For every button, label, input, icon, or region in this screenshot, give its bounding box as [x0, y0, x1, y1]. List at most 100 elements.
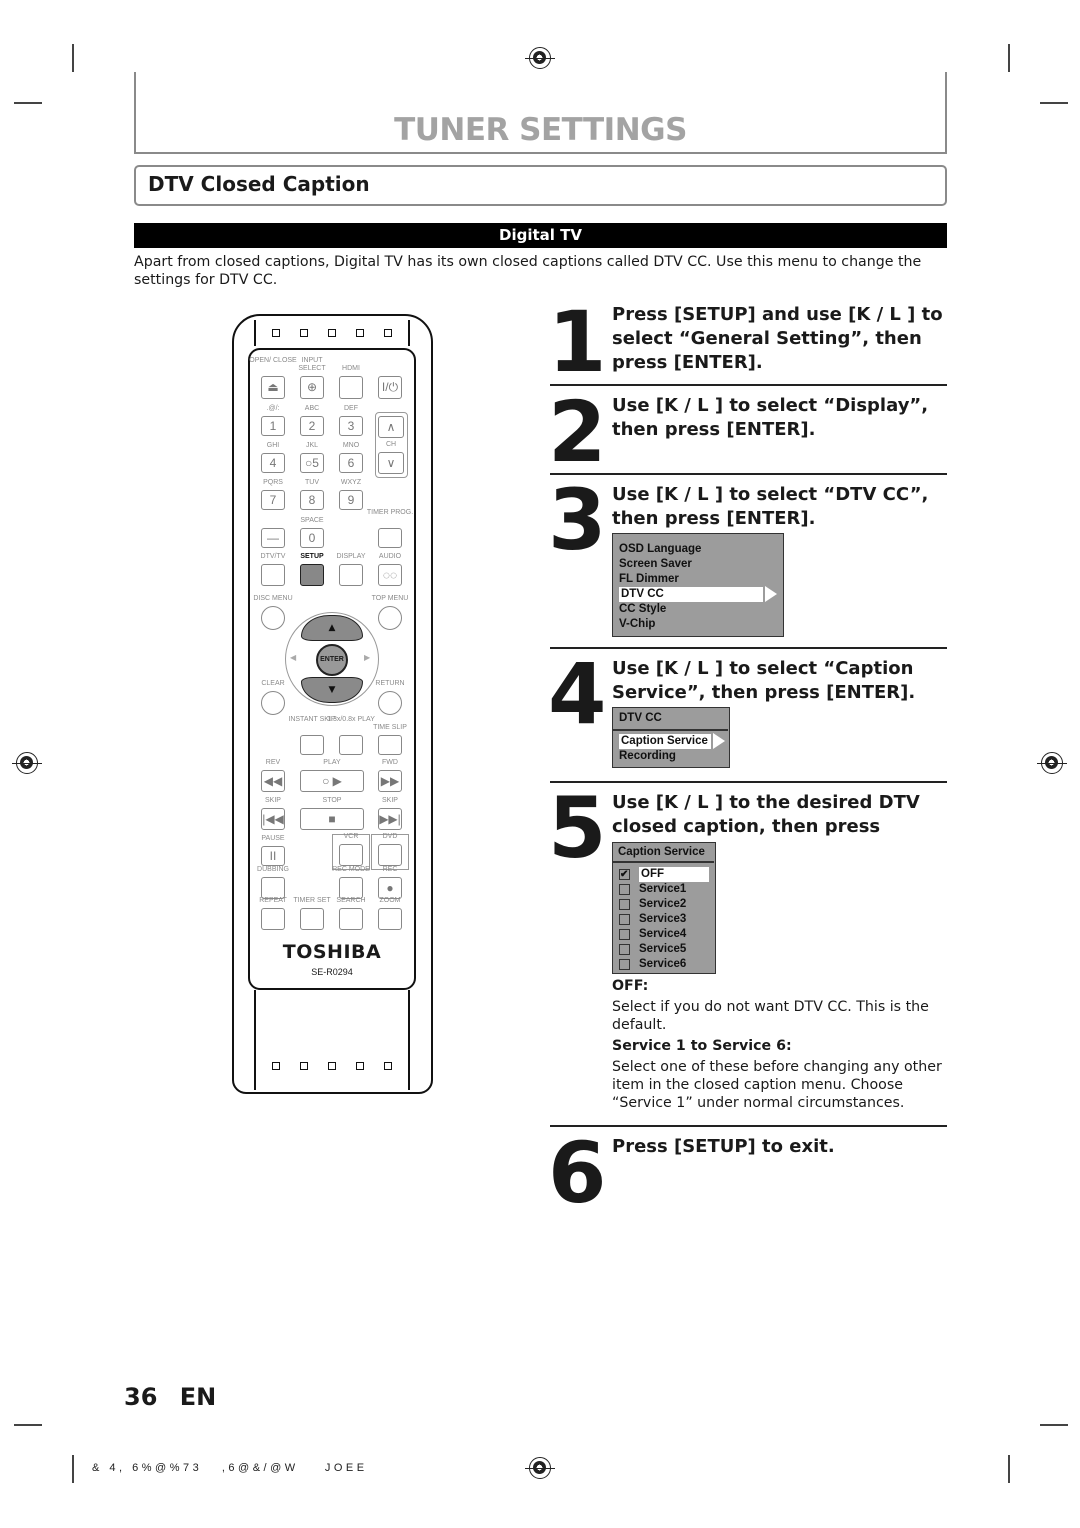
disc-menu-button[interactable] [261, 606, 285, 630]
jkl-button[interactable]: ○5 [300, 453, 324, 473]
indicator-light [384, 1062, 392, 1070]
mno-glyph-icon: 6 [347, 456, 355, 470]
mno-button[interactable]: 6 [339, 453, 363, 473]
checkbox[interactable] [619, 944, 630, 955]
checkbox[interactable] [619, 914, 630, 925]
skip-button[interactable]: ▶▶| [378, 808, 402, 830]
1-3x-0-8x-play-label: 1.3x/0.8x PLAY [327, 716, 375, 723]
def-button[interactable]: 3 [339, 416, 363, 436]
registration-mark-icon [525, 47, 555, 69]
mno-label: MNO [342, 442, 360, 449]
hdmi-label: HDMI [342, 364, 360, 372]
top-menu-button[interactable] [378, 606, 402, 630]
rec-mode-button[interactable] [339, 877, 363, 899]
off-text: Select if you do not want DTV CC. This i… [612, 999, 929, 1033]
menu-divider [613, 861, 714, 863]
skip-label: SKIP [382, 797, 398, 804]
menu-item[interactable]: Screen Saver [619, 557, 692, 572]
repeat-button[interactable] [261, 908, 285, 930]
abc-button[interactable]: 2 [300, 416, 324, 436]
i-button[interactable]: I/⏻ [378, 375, 402, 399]
indicator-light [300, 1062, 308, 1070]
checkbox[interactable] [619, 899, 630, 910]
menu-item[interactable]: OSD Language [619, 542, 701, 557]
dpad: ▲ ▼ ◀ ▶ ENTER [285, 612, 379, 706]
menu-item[interactable]: CC Style [619, 602, 666, 617]
indicator-light [300, 329, 308, 337]
checkbox[interactable] [619, 884, 630, 895]
skip-button[interactable]: |◀◀ [261, 808, 285, 830]
skip-label: SKIP [265, 797, 281, 804]
button-button[interactable]: ∧ [378, 416, 404, 438]
indicator-light [272, 329, 280, 337]
crop-mark [14, 1424, 42, 1426]
tuv-button[interactable]: 8 [300, 490, 324, 510]
return-button[interactable] [378, 691, 402, 715]
crop-mark [14, 102, 42, 104]
button-button[interactable]: 1 [261, 416, 285, 436]
setup-button[interactable] [300, 564, 324, 586]
menu-item-recording[interactable]: Recording [619, 749, 676, 764]
pause-button[interactable]: II [261, 846, 285, 866]
display-button[interactable] [339, 564, 363, 586]
menu-divider [613, 729, 728, 731]
crop-mark [72, 44, 74, 72]
pqrs-button[interactable]: 7 [261, 490, 285, 510]
ch-button[interactable]: ∨ [378, 452, 404, 474]
dvd-button[interactable] [378, 844, 402, 866]
button-button[interactable]: — [261, 528, 285, 548]
skip-glyph-icon: |◀◀ [262, 812, 284, 826]
indicator-light [272, 1062, 280, 1070]
clear-button[interactable] [261, 691, 285, 715]
menu-item[interactable]: DTV CC [619, 587, 763, 602]
step-number: 5 [548, 779, 606, 877]
rev-button[interactable]: ◀◀ [261, 770, 285, 792]
vcr-button[interactable] [339, 844, 363, 866]
menu-item[interactable]: Service6 [639, 957, 686, 972]
menu-item[interactable]: Service1 [639, 882, 686, 897]
1-3x-0-8x-play-button[interactable] [339, 735, 363, 755]
dtv-tv-button[interactable] [261, 564, 285, 586]
off-title: OFF: [612, 978, 649, 994]
menu-item[interactable]: Service2 [639, 897, 686, 912]
fwd-button[interactable]: ▶▶ [378, 770, 402, 792]
play-button[interactable]: ○ ▶ [300, 770, 364, 792]
intro-text: Apart from closed captions, Digital TV h… [134, 254, 922, 288]
checkbox[interactable] [619, 929, 630, 940]
zoom-button[interactable] [378, 908, 402, 930]
menu-item[interactable]: Service5 [639, 942, 686, 957]
category-band: Digital TV [134, 223, 947, 248]
step-number: 3 [548, 471, 606, 569]
left-arrow-button[interactable]: ◀ [290, 653, 296, 662]
time-slip-button[interactable] [378, 735, 402, 755]
menu-item[interactable]: Service3 [639, 912, 686, 927]
menu-title: DTV CC [619, 712, 662, 724]
ghi-button[interactable]: 4 [261, 453, 285, 473]
right-arrow-button[interactable]: ▶ [364, 653, 370, 662]
crop-mark [1040, 102, 1068, 104]
dubbing-button[interactable] [261, 877, 285, 899]
stop-button[interactable]: ■ [300, 808, 364, 830]
audio-button[interactable]: ◌◌ [378, 564, 402, 586]
menu-item[interactable]: V-Chip [619, 617, 655, 632]
wxyz-button[interactable]: 9 [339, 490, 363, 510]
menu-item[interactable]: FL Dimmer [619, 572, 679, 587]
search-button[interactable] [339, 908, 363, 930]
input-select-button[interactable]: ⊕ [300, 375, 324, 399]
rec-button[interactable]: ● [378, 877, 402, 899]
timer-prog-button[interactable] [378, 528, 402, 548]
divider [550, 781, 947, 783]
up-arrow-button[interactable]: ▲ [301, 615, 363, 641]
instant-skip-button[interactable] [300, 735, 324, 755]
checkbox[interactable] [619, 959, 630, 970]
hdmi-button[interactable] [339, 375, 363, 399]
menu-item[interactable]: Service4 [639, 927, 686, 942]
open-close-button[interactable]: ⏏ [261, 375, 285, 399]
down-arrow-button[interactable]: ▼ [301, 677, 363, 703]
checkbox[interactable]: ✔ [619, 869, 630, 880]
timer-set-button[interactable] [300, 908, 324, 930]
enter-button[interactable]: ENTER [316, 644, 348, 676]
menu-item[interactable]: OFF [639, 867, 709, 882]
space-button[interactable]: 0 [300, 528, 324, 548]
menu-item-caption-service[interactable]: Caption Service [619, 734, 711, 749]
